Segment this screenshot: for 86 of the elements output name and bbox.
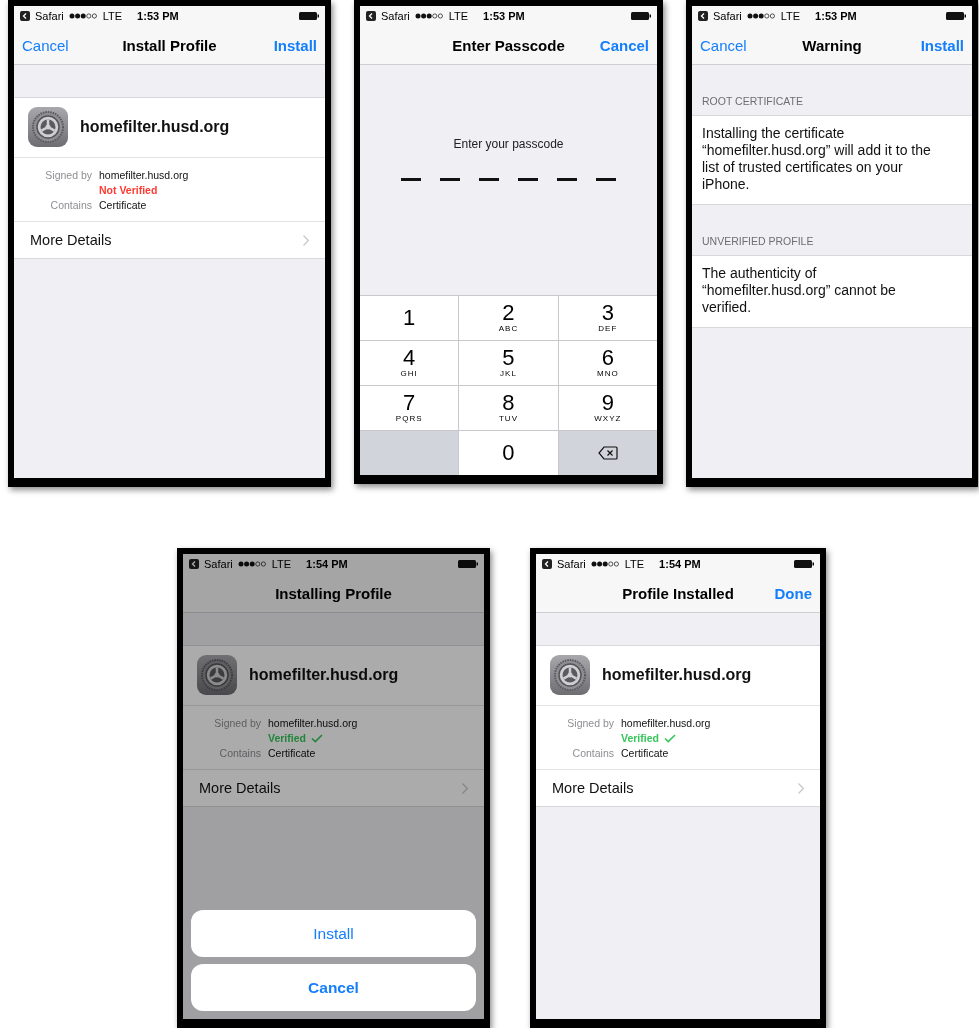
field-value: Certificate — [268, 747, 317, 759]
keypad-key[interactable]: 6 MNO — [558, 341, 657, 385]
field-label: Contains — [50, 199, 92, 211]
app-name[interactable]: Safari — [557, 558, 586, 570]
chevron-icon — [462, 782, 468, 794]
field-value: homefilter.husd.org — [268, 717, 359, 729]
network-label: LTE — [271, 558, 292, 570]
keypad-key[interactable]: 2 ABC — [459, 296, 558, 340]
nav-action-link[interactable]: Install — [920, 36, 964, 54]
network-label: LTE — [780, 10, 801, 22]
checkmark-icon — [663, 733, 676, 743]
signal-icon — [68, 13, 98, 19]
network-label: LTE — [624, 558, 645, 570]
passcode-prompt: Enter your passcode — [452, 137, 565, 151]
gear-app-icon — [28, 107, 68, 147]
keypad-key[interactable]: 9 WXYZ — [558, 386, 657, 430]
install-button[interactable]: Install — [191, 910, 476, 957]
field-value: homefilter.husd.org — [99, 169, 190, 181]
app-name[interactable]: Safari — [204, 558, 233, 570]
warning-message: The authenticity of “homefilter.husd.org” cannot be verified. — [692, 255, 972, 328]
battery-icon — [631, 12, 651, 20]
keypad-key[interactable]: 4 GHI — [360, 341, 459, 385]
clock-time: 1:53 PM — [483, 10, 525, 22]
signal-icon — [237, 561, 267, 567]
verification-status: Verified — [268, 732, 306, 744]
nav-action-link[interactable]: Install — [273, 36, 317, 54]
keypad-key[interactable]: 3 DEF — [558, 296, 657, 340]
app-name[interactable]: Safari — [35, 10, 64, 22]
screen-title: Installing Profile — [275, 584, 392, 602]
field-value: Certificate — [621, 747, 670, 759]
keypad-key[interactable]: 8 TUV — [459, 386, 558, 430]
field-label: Signed by — [45, 169, 92, 181]
screen-title: Warning — [802, 36, 862, 54]
battery-icon — [794, 560, 814, 568]
back-icon[interactable] — [20, 11, 30, 21]
screen-title: Install Profile — [122, 36, 217, 54]
cancel-link[interactable]: Cancel — [700, 36, 747, 54]
back-icon[interactable] — [189, 559, 199, 569]
back-icon[interactable] — [542, 559, 552, 569]
battery-icon — [299, 12, 319, 20]
chevron-icon — [798, 782, 804, 794]
backspace-icon — [597, 446, 618, 460]
keypad-key[interactable]: 0 — [459, 431, 558, 475]
nav-action-link[interactable]: Cancel — [599, 36, 649, 54]
keypad-key[interactable]: 5 JKL — [459, 341, 558, 385]
profile-name: homefilter.husd.org — [80, 118, 230, 136]
app-name[interactable]: Safari — [381, 10, 410, 22]
signal-icon — [414, 13, 444, 19]
battery-icon — [458, 560, 478, 568]
field-label: Signed by — [214, 717, 261, 729]
cancel-button[interactable]: Cancel — [191, 964, 476, 1011]
back-icon[interactable] — [366, 11, 376, 21]
battery-icon — [946, 12, 966, 20]
field-label: Signed by — [567, 717, 614, 729]
section-header: ROOT CERTIFICATE — [701, 94, 804, 109]
clock-time: 1:54 PM — [306, 558, 348, 570]
clock-time: 1:54 PM — [659, 558, 701, 570]
section-header: UNVERIFIED PROFILE — [701, 234, 815, 249]
chevron-icon — [303, 234, 309, 246]
screen-title: Enter Passcode — [452, 36, 565, 54]
cancel-link[interactable]: Cancel — [22, 36, 69, 54]
keypad-key[interactable]: 1 — [360, 296, 459, 340]
back-icon[interactable] — [698, 11, 708, 21]
clock-time: 1:53 PM — [137, 10, 179, 22]
verification-status: Not Verified — [99, 184, 158, 196]
checkmark-icon — [310, 733, 323, 743]
clock-time: 1:53 PM — [815, 10, 857, 22]
verification-status: Verified — [621, 732, 659, 744]
screen-title: Profile Installed — [622, 584, 734, 602]
field-value: homefilter.husd.org — [621, 717, 712, 729]
profile-name: homefilter.husd.org — [249, 666, 399, 684]
field-label: Contains — [219, 747, 261, 759]
field-label: Contains — [572, 747, 614, 759]
gear-app-icon — [197, 655, 237, 695]
gear-app-icon — [550, 655, 590, 695]
warning-message: Installing the certificate “homefilter.husd.org” will add it to the list of trusted certificates on your iPhone. — [692, 115, 972, 205]
network-label: LTE — [448, 10, 469, 22]
keypad-key[interactable]: 7 PQRS — [360, 386, 459, 430]
app-name[interactable]: Safari — [713, 10, 742, 22]
signal-icon — [590, 561, 620, 567]
profile-name: homefilter.husd.org — [602, 666, 752, 684]
field-value: Certificate — [99, 199, 148, 211]
signal-icon — [746, 13, 776, 19]
delete-key[interactable] — [558, 431, 657, 475]
network-label: LTE — [102, 10, 123, 22]
nav-action-link[interactable]: Done — [774, 584, 812, 602]
